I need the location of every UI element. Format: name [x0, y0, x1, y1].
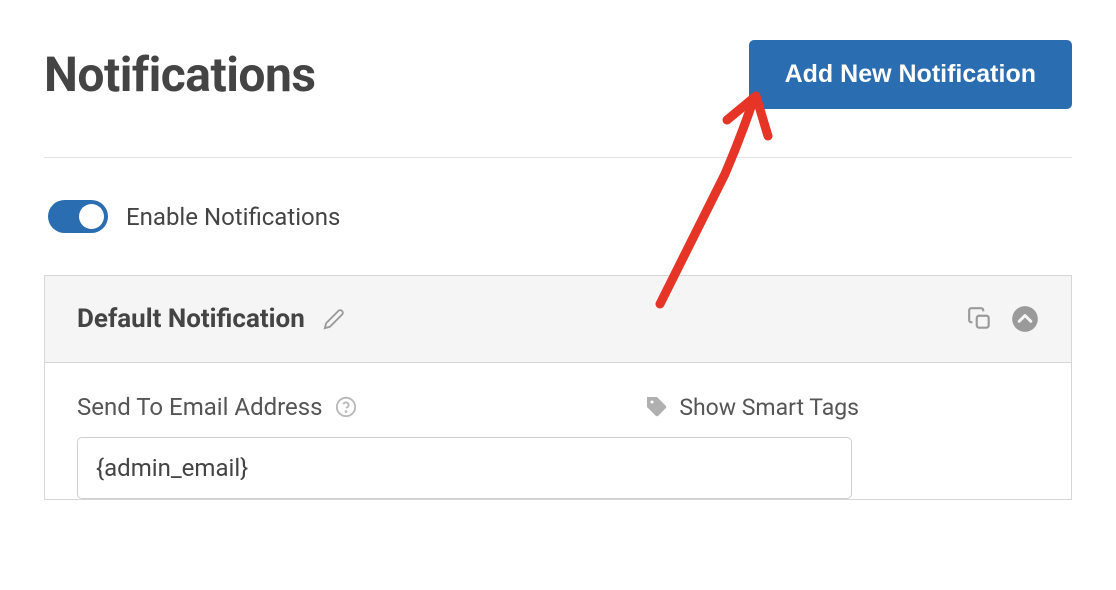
send-to-email-input[interactable] [77, 437, 852, 499]
duplicate-icon[interactable] [967, 306, 993, 332]
panel-title: Default Notification [77, 304, 305, 334]
send-to-label: Send To Email Address [77, 393, 323, 421]
notification-panel: Default Notification Send To Ema [44, 275, 1072, 500]
panel-body: Send To Email Address Show Smart Tags [45, 363, 1071, 499]
enable-toggle-row: Enable Notifications [44, 200, 1072, 233]
chevron-up-icon[interactable] [1011, 305, 1039, 333]
tag-icon [645, 395, 669, 419]
smart-tags-label: Show Smart Tags [679, 394, 859, 421]
help-icon[interactable] [335, 396, 357, 418]
enable-notifications-label: Enable Notifications [126, 203, 340, 231]
field-label-row: Send To Email Address Show Smart Tags [77, 393, 1039, 421]
add-new-notification-button[interactable]: Add New Notification [749, 40, 1072, 109]
page-header: Notifications Add New Notification [44, 40, 1072, 158]
show-smart-tags-link[interactable]: Show Smart Tags [645, 394, 1039, 421]
panel-header: Default Notification [45, 276, 1071, 363]
pencil-icon[interactable] [323, 308, 345, 330]
page-title: Notifications [44, 46, 316, 103]
enable-notifications-toggle[interactable] [48, 200, 108, 233]
